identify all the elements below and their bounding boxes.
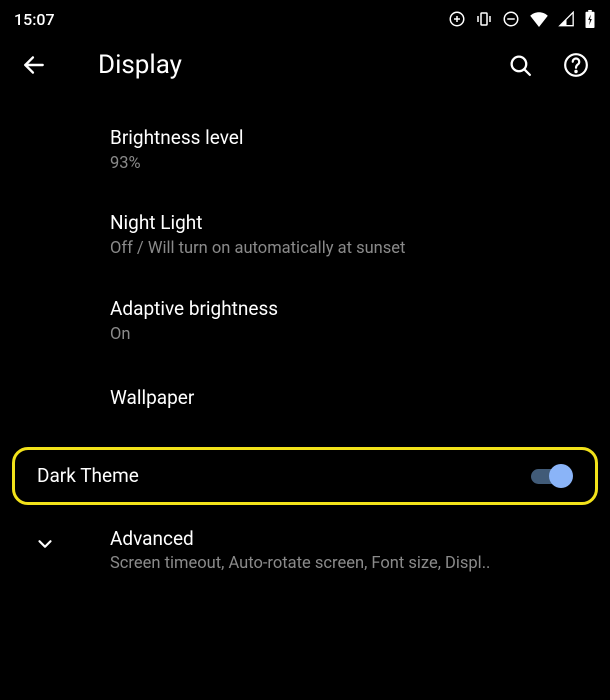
setting-title: Adaptive brightness [110, 297, 590, 320]
settings-list: Brightness level 93% Night Light Off / W… [0, 98, 610, 591]
setting-wallpaper[interactable]: Wallpaper [0, 364, 610, 435]
setting-subtitle: Screen timeout, Auto-rotate screen, Font… [110, 554, 590, 573]
add-alarm-icon [448, 10, 466, 28]
status-icons [448, 10, 596, 28]
status-time: 15:07 [14, 10, 55, 29]
battery-charging-icon [584, 10, 596, 28]
status-bar: 15:07 [0, 0, 610, 32]
help-button[interactable] [562, 51, 590, 79]
wifi-icon [529, 11, 549, 27]
signal-icon [558, 11, 575, 27]
setting-subtitle: On [110, 324, 590, 346]
setting-title: Wallpaper [110, 386, 590, 409]
setting-title: Advanced [110, 527, 590, 550]
page-title: Display [98, 50, 478, 80]
setting-title: Brightness level [110, 126, 590, 149]
setting-night-light[interactable]: Night Light Off / Will turn on automatic… [0, 193, 610, 278]
setting-dark-theme[interactable]: Dark Theme [12, 447, 598, 505]
setting-advanced[interactable]: Advanced Screen timeout, Auto-rotate scr… [0, 505, 610, 591]
toggle-thumb [549, 464, 573, 488]
vibrate-icon [475, 10, 493, 28]
do-not-disturb-icon [502, 10, 520, 28]
setting-title: Night Light [110, 211, 590, 234]
setting-brightness[interactable]: Brightness level 93% [0, 98, 610, 193]
search-button[interactable] [506, 51, 534, 79]
setting-adaptive-brightness[interactable]: Adaptive brightness On [0, 279, 610, 364]
setting-subtitle: Off / Will turn on automatically at suns… [110, 238, 590, 260]
dark-theme-toggle[interactable] [531, 464, 573, 488]
app-bar: Display [0, 32, 610, 98]
setting-value: 93% [110, 153, 590, 175]
back-button[interactable] [20, 51, 48, 79]
setting-title: Dark Theme [37, 464, 139, 487]
expand-more-icon [34, 533, 56, 559]
